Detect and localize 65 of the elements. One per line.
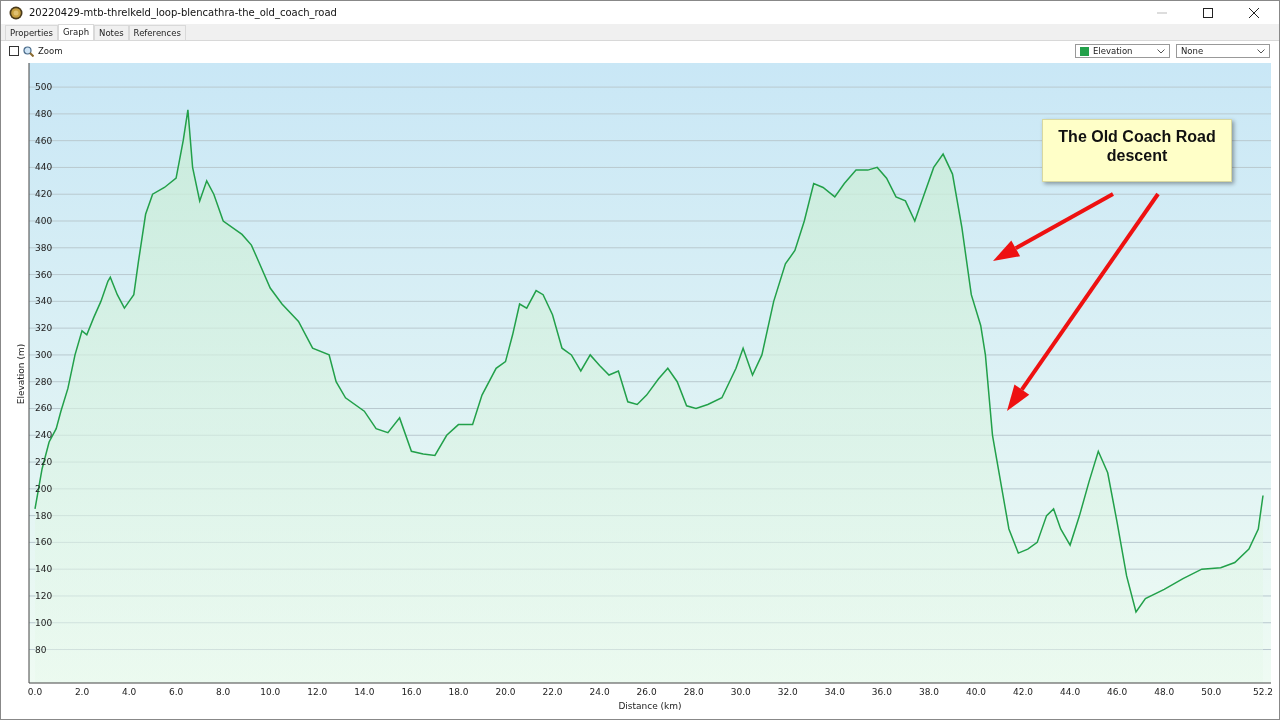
x-tick-label: 16.0: [401, 687, 422, 697]
zoom-checkbox[interactable]: [9, 46, 19, 56]
y-axis-title: Elevation (m): [16, 343, 26, 405]
x-tick-label: 46.0: [1107, 687, 1128, 697]
y-tick-label: 160: [35, 537, 53, 548]
y-tick-label: 320: [35, 323, 53, 334]
x-tick-label: 6.0: [169, 687, 184, 697]
x-tick-label: 24.0: [589, 687, 610, 697]
x-tick-label: 36.0: [871, 687, 892, 697]
magnifier-icon: [23, 45, 34, 57]
y-tick-label: 240: [35, 430, 53, 441]
y-tick-label: 380: [35, 242, 53, 253]
x-tick-label: 50.0: [1201, 687, 1222, 697]
x-tick-label: 12.0: [307, 687, 328, 697]
tab[interactable]: References: [128, 25, 186, 40]
x-axis-title: Distance (km): [618, 701, 682, 711]
y-tick-label: 460: [35, 135, 53, 146]
x-tick-label: 14.0: [354, 687, 375, 697]
x-tick-label: 26.0: [636, 687, 657, 697]
maximize-icon[interactable]: [1203, 7, 1213, 18]
x-tick-label: 48.0: [1154, 687, 1175, 697]
y-tick-label: 340: [35, 296, 53, 307]
chevron-icon: [1257, 48, 1265, 54]
tab[interactable]: Properties: [5, 25, 58, 40]
x-tick-label: 8.0: [216, 687, 231, 697]
y-tick-label: 120: [35, 590, 53, 601]
x-tick-label: 42.0: [1013, 687, 1034, 697]
x-tick-label: 34.0: [824, 687, 845, 697]
y-tick-label: 440: [35, 162, 53, 173]
zoom-label: Zoom: [38, 46, 63, 56]
y-tick-label: 100: [35, 617, 53, 628]
x-tick-label: 20.0: [495, 687, 516, 697]
y-tick-label: 360: [35, 269, 53, 280]
x-tick-label: 0.0: [27, 687, 43, 697]
x-tick-label: 4.0: [121, 687, 137, 697]
y-tick-label: 140: [35, 564, 53, 575]
tab[interactable]: Graph: [57, 24, 95, 40]
y-tick-label: 300: [35, 349, 53, 360]
callout-note: The Old Coach Road descent: [1042, 119, 1232, 182]
y-tick-label: 500: [35, 82, 53, 93]
x-tick-label: 22.0: [542, 687, 563, 697]
x-tick-label: 18.0: [448, 687, 469, 697]
x-tick-label: 32.0: [777, 687, 798, 697]
series-dropdown[interactable]: Elevation: [1075, 44, 1170, 58]
y-tick-label: 480: [35, 108, 53, 119]
y-tick-label: 80: [35, 644, 47, 655]
second-series-dropdown[interactable]: None: [1176, 44, 1270, 58]
x-tick-label: 30.0: [730, 687, 751, 697]
y-tick-label: 180: [35, 510, 53, 521]
close-icon[interactable]: [1249, 7, 1259, 18]
y-tick-label: 260: [35, 403, 53, 414]
tab[interactable]: Notes: [94, 25, 129, 40]
x-tick-label: 44.0: [1060, 687, 1081, 697]
x-tick-label: 28.0: [683, 687, 704, 697]
x-tick-label: 10.0: [260, 687, 281, 697]
x-tick-label: 2.0: [74, 687, 90, 697]
chevron-icon: [1157, 48, 1165, 54]
x-tick-label: 52.2: [1253, 687, 1273, 697]
y-tick-label: 280: [35, 376, 53, 387]
y-tick-label: 400: [35, 216, 53, 226]
app-icon: [9, 5, 23, 20]
x-tick-label: 40.0: [965, 687, 986, 697]
x-tick-label: 38.0: [918, 687, 939, 697]
y-tick-label: 420: [35, 189, 53, 200]
window-title: 20220429-mtb-threlkeld_loop-blencathra-the_old_coach_road: [29, 7, 337, 18]
